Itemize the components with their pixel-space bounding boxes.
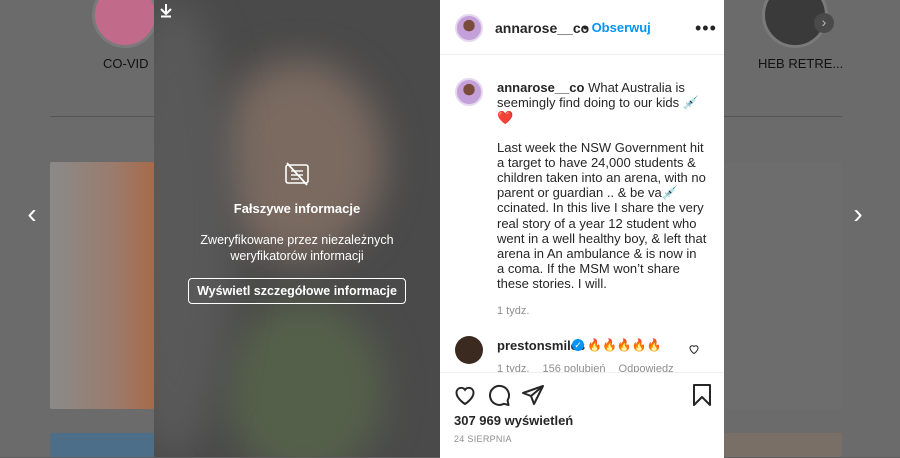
- blurred-shape: [224, 300, 384, 457]
- grid-post-right[interactable]: [724, 162, 842, 409]
- story-label-covid[interactable]: CO-VID: [103, 56, 149, 71]
- post-details-panel: annarose__co • Obserwuj ••• annarose__co …: [440, 0, 724, 458]
- author-avatar[interactable]: [455, 14, 483, 42]
- post-caption: annarose__co What Australia is seemingly…: [497, 80, 707, 292]
- false-info-description: Zweryfikowane przez niezależnych weryfik…: [200, 233, 394, 263]
- grid-post-left[interactable]: [50, 162, 154, 409]
- view-count[interactable]: 307 969 wyświetleń: [454, 413, 573, 428]
- false-info-title: Fałszywe informacje: [233, 201, 361, 216]
- comment-text: 🔥🔥🔥🔥🔥: [587, 338, 662, 352]
- caption-time[interactable]: 1 tydz.: [497, 305, 529, 317]
- comment-time[interactable]: 1 tydz.: [497, 363, 529, 372]
- see-details-button[interactable]: Wyświetl szczegółowe informacje: [188, 278, 406, 304]
- grid-post-bottom-left[interactable]: [50, 433, 154, 457]
- previous-post-arrow-icon[interactable]: ‹: [20, 200, 44, 228]
- follow-button[interactable]: • Obserwuj: [583, 20, 651, 35]
- comment-icon[interactable]: [487, 383, 511, 407]
- post-date[interactable]: 24 SIERPNIA: [454, 434, 512, 444]
- comment-avatar[interactable]: [455, 336, 483, 364]
- separator-dot: •: [583, 20, 588, 35]
- save-bookmark-icon[interactable]: [690, 383, 714, 407]
- comment-reply-button[interactable]: Odpowiedz: [619, 363, 674, 372]
- false-info-overlay: Fałszywe informacje Zweryfikowane przez …: [154, 160, 440, 304]
- story-label-heb[interactable]: HEB RETRE...: [758, 56, 843, 71]
- stories-next-icon[interactable]: ›: [814, 13, 834, 33]
- like-heart-icon[interactable]: [453, 383, 477, 407]
- comment-likes[interactable]: 156 polubień: [542, 363, 605, 372]
- post-actions: 307 969 wyświetleń 24 SIERPNIA: [440, 372, 724, 458]
- post-header: annarose__co • Obserwuj •••: [440, 0, 724, 55]
- follow-label[interactable]: Obserwuj: [592, 20, 651, 35]
- comment-like-heart-icon[interactable]: [688, 343, 700, 355]
- story-avatar-covid[interactable]: [92, 0, 158, 48]
- caption-username[interactable]: annarose__co: [497, 80, 584, 95]
- divider: [724, 116, 842, 117]
- share-icon[interactable]: [521, 383, 545, 407]
- divider: [50, 116, 154, 117]
- more-options-icon[interactable]: •••: [695, 18, 717, 39]
- caption-avatar[interactable]: [455, 78, 483, 106]
- grid-post-bottom-right[interactable]: [724, 433, 842, 457]
- author-username[interactable]: annarose__co: [495, 20, 589, 36]
- verified-badge-icon: ✓: [572, 339, 584, 351]
- next-post-arrow-icon[interactable]: ›: [846, 200, 870, 228]
- hidden-content-icon: [285, 162, 309, 186]
- comment-meta: 1 tydz. 156 polubień Odpowiedz: [497, 363, 684, 372]
- download-icon[interactable]: [158, 2, 174, 18]
- post-media: Fałszywe informacje Zweryfikowane przez …: [154, 0, 440, 457]
- caption-body: Last week the NSW Government hit a targe…: [497, 139, 707, 292]
- caption-heart: ❤️: [497, 110, 514, 126]
